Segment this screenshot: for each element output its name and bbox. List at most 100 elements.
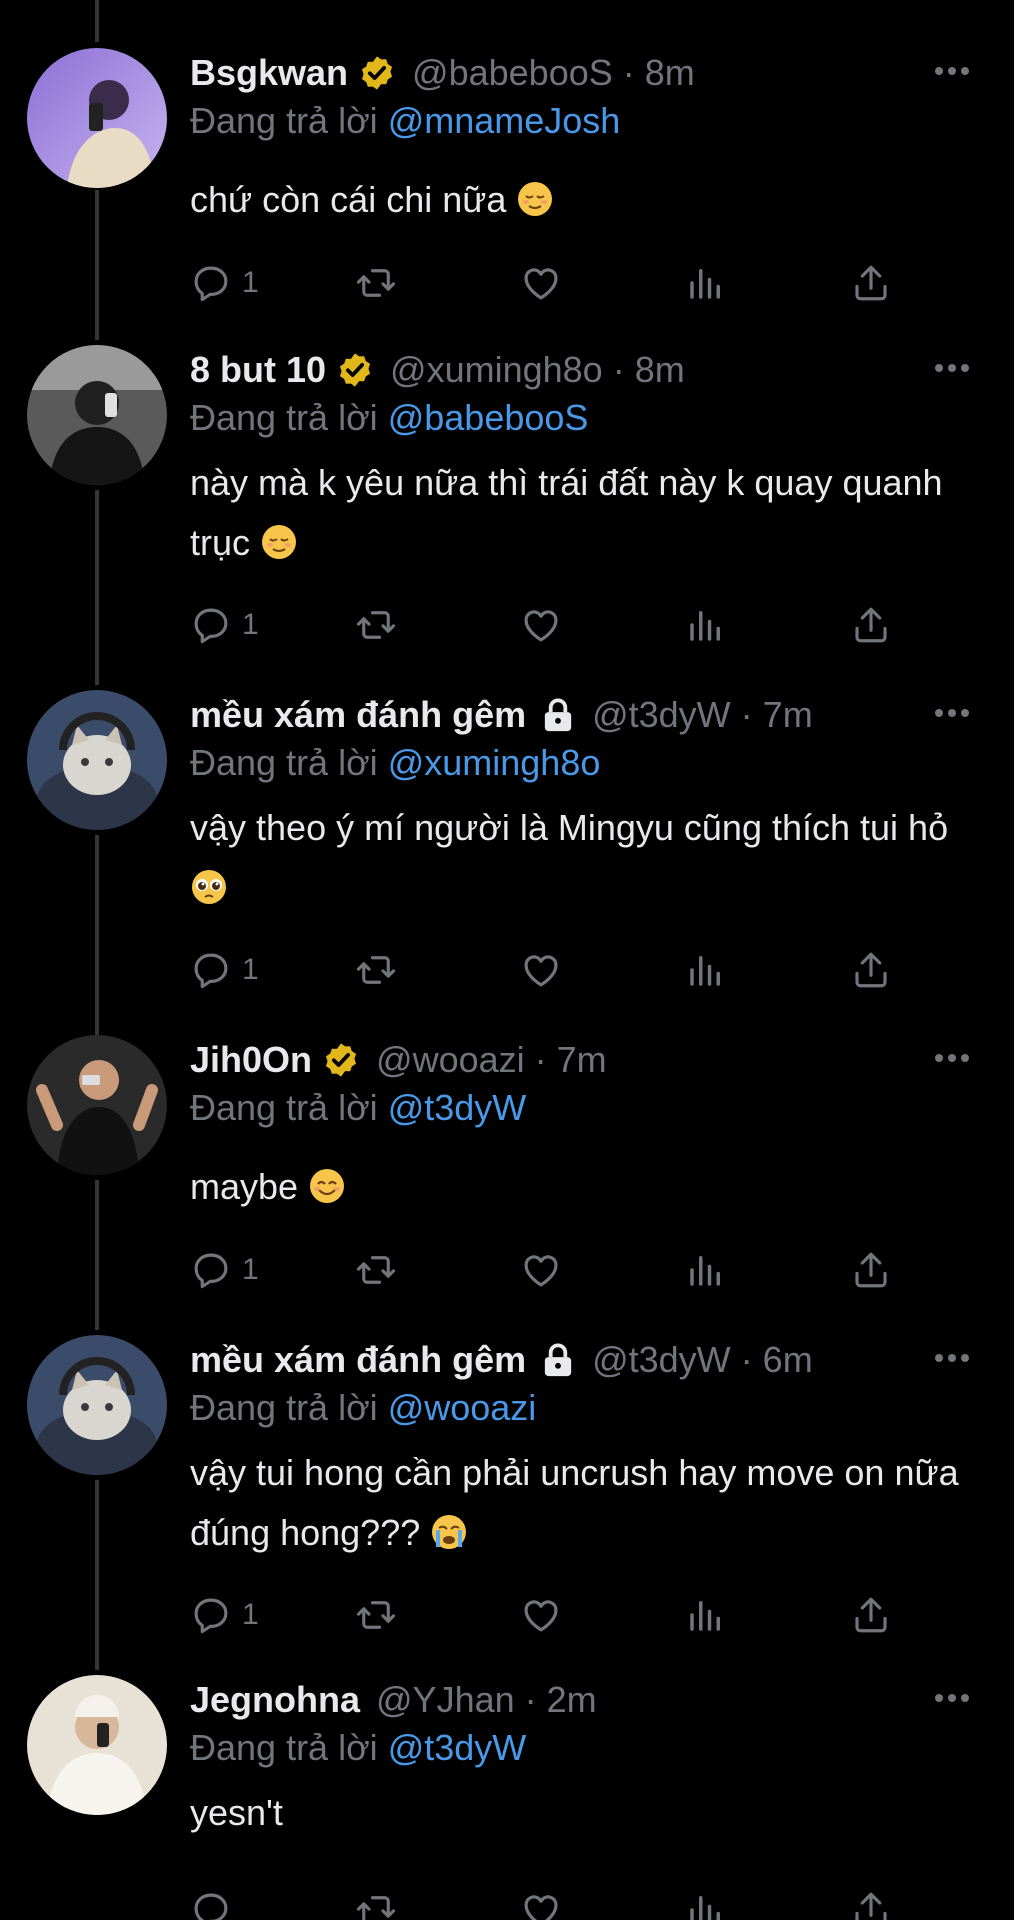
separator-dot: · [612, 349, 625, 390]
views-button[interactable] [685, 945, 727, 995]
retweet-button[interactable] [355, 1245, 397, 1295]
like-button[interactable] [520, 1590, 562, 1640]
avatar[interactable] [27, 1035, 167, 1175]
separator-dot: · [622, 52, 635, 93]
reply-to-link[interactable]: @t3dyW [388, 1087, 527, 1128]
views-button[interactable] [685, 258, 727, 308]
handle[interactable]: @babebooS [412, 48, 613, 98]
share-icon [855, 1892, 887, 1920]
views-button[interactable] [685, 1245, 727, 1295]
timestamp[interactable]: 7m [557, 1035, 607, 1085]
timestamp[interactable]: 8m [635, 345, 685, 395]
display-name[interactable]: Bsgkwan [190, 48, 348, 98]
timestamp[interactable]: 2m [547, 1675, 597, 1725]
more-icon[interactable] [930, 1343, 974, 1373]
tweet-actions: 1 [190, 1245, 950, 1295]
avatar[interactable] [27, 690, 167, 830]
share-button[interactable] [850, 600, 892, 650]
reply-to-link[interactable]: @wooazi [388, 1387, 537, 1428]
reply-button[interactable]: 1 [190, 258, 259, 308]
reply-button[interactable]: 1 [190, 600, 259, 650]
timestamp[interactable]: 6m [763, 1335, 813, 1385]
tweet-text: maybe [190, 1157, 990, 1217]
more-icon[interactable] [930, 1683, 974, 1713]
like-button[interactable] [520, 1245, 562, 1295]
handle[interactable]: @t3dyW [592, 1335, 731, 1385]
thread-line [95, 1480, 99, 1670]
reply-to-link[interactable]: @t3dyW [388, 1727, 527, 1768]
avatar[interactable] [27, 1675, 167, 1815]
like-button[interactable] [520, 945, 562, 995]
thread-line [95, 490, 99, 685]
timestamp[interactable]: 7m [763, 690, 813, 740]
handle[interactable]: @xumingh8o [390, 345, 603, 395]
views-icon [690, 269, 720, 299]
retweet-button[interactable] [355, 945, 397, 995]
avatar[interactable] [27, 48, 167, 188]
reply-prefix: Đang trả lời [190, 742, 378, 783]
replying-to: Đang trả lời @wooazi [190, 1385, 984, 1431]
replying-to: Đang trả lời @t3dyW [190, 1085, 984, 1131]
tweet-text-content: maybe [190, 1166, 299, 1207]
reply-to-link[interactable]: @babebooS [388, 397, 589, 438]
reply-to-link[interactable]: @xumingh8o [388, 742, 601, 783]
heart-icon [524, 955, 558, 987]
handle[interactable]: @t3dyW [592, 690, 731, 740]
replying-to: Đang trả lời @mnameJosh [190, 98, 984, 144]
avatar[interactable] [27, 345, 167, 485]
display-name[interactable]: Jih0On [190, 1035, 312, 1085]
retweet-icon [356, 269, 396, 297]
like-button[interactable] [520, 258, 562, 308]
reply-button[interactable]: 1 [190, 1590, 259, 1640]
share-button[interactable] [850, 258, 892, 308]
more-icon[interactable] [930, 353, 974, 383]
timestamp[interactable]: 8m [645, 48, 695, 98]
like-button[interactable] [520, 1885, 562, 1920]
replying-to: Đang trả lời @t3dyW [190, 1725, 984, 1771]
display-name[interactable]: mều xám đánh gêm [190, 690, 526, 740]
reply-to-link[interactable]: @mnameJosh [388, 100, 621, 141]
reply-button[interactable]: 1 [190, 945, 259, 995]
replying-to: Đang trả lời @babebooS [190, 395, 984, 441]
tweet-text-content: vậy tui hong cần phải uncrush hay move o… [190, 1452, 959, 1553]
thread-line [95, 1180, 99, 1330]
retweet-button[interactable] [355, 600, 397, 650]
views-icon [690, 1896, 720, 1920]
verified-badge-icon [358, 54, 396, 92]
reply-button[interactable]: 1 [190, 1245, 259, 1295]
separator-dot: · [740, 1339, 753, 1380]
avatar[interactable] [27, 1335, 167, 1475]
tweet-text: chứ còn cái chi nữa [190, 170, 990, 230]
more-icon[interactable] [930, 698, 974, 728]
retweet-icon [356, 1256, 396, 1284]
reply-icon [194, 1893, 228, 1920]
retweet-button[interactable] [355, 1590, 397, 1640]
display-name[interactable]: Jegnohna [190, 1675, 360, 1725]
retweet-button[interactable] [355, 258, 397, 308]
tweet-text: vậy tui hong cần phải uncrush hay move o… [190, 1443, 990, 1563]
views-button[interactable] [685, 1590, 727, 1640]
views-icon [690, 1256, 720, 1286]
heart-icon [524, 1600, 558, 1632]
lock-icon [540, 1341, 576, 1379]
retweet-button[interactable] [355, 1885, 397, 1920]
more-icon[interactable] [930, 1043, 974, 1073]
reply-icon [194, 1598, 228, 1634]
views-button[interactable] [685, 1885, 727, 1920]
handle[interactable]: @YJhan [376, 1675, 515, 1725]
share-button[interactable] [850, 1590, 892, 1640]
share-button[interactable] [850, 1885, 892, 1920]
more-icon[interactable] [930, 56, 974, 86]
share-icon [855, 952, 887, 988]
like-button[interactable] [520, 600, 562, 650]
display-name[interactable]: 8 but 10 [190, 345, 326, 395]
reply-prefix: Đang trả lời [190, 397, 378, 438]
reply-prefix: Đang trả lời [190, 1727, 378, 1768]
handle[interactable]: @wooazi [376, 1035, 525, 1085]
display-name[interactable]: mều xám đánh gêm [190, 1335, 526, 1385]
share-button[interactable] [850, 1245, 892, 1295]
reply-prefix: Đang trả lời [190, 1087, 378, 1128]
share-button[interactable] [850, 945, 892, 995]
reply-button[interactable] [190, 1885, 232, 1920]
views-button[interactable] [685, 600, 727, 650]
